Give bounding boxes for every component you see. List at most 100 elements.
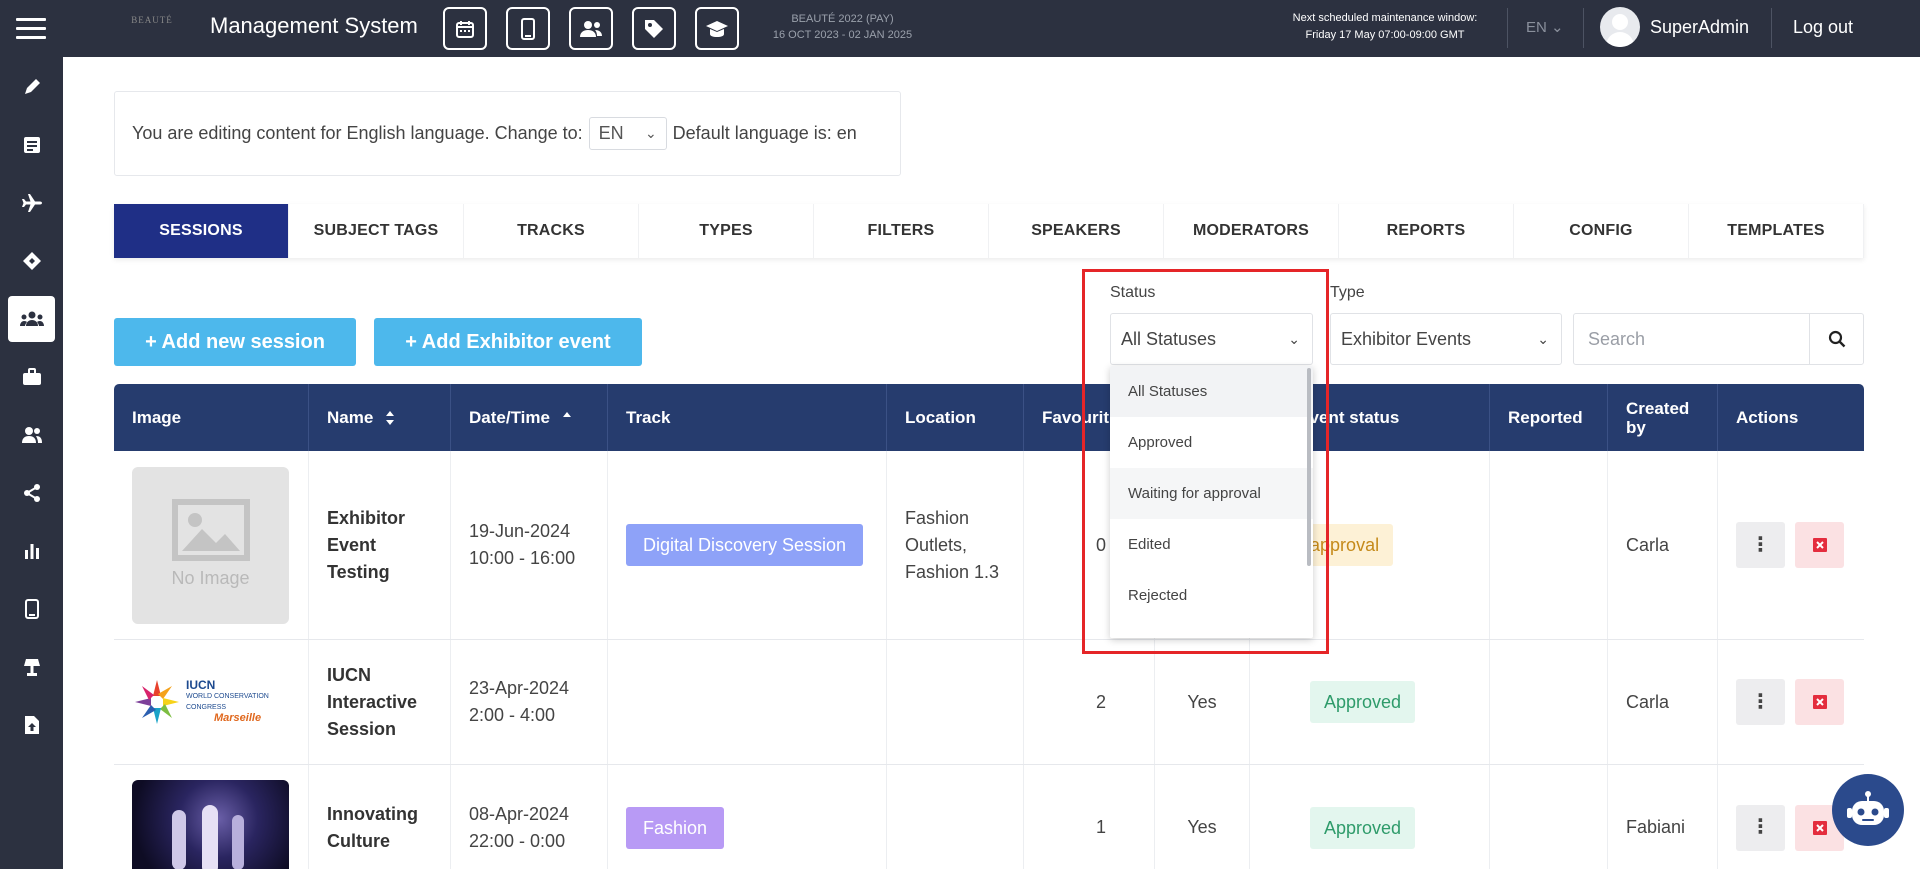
sidebar-item-sessions[interactable]: [8, 296, 55, 342]
chatbot-button[interactable]: [1832, 774, 1904, 846]
delete-icon: [1812, 538, 1827, 552]
language-notice-prefix: You are editing content for English lang…: [132, 123, 583, 143]
divider: [1583, 8, 1584, 48]
tab-sessions[interactable]: SESSIONS: [114, 204, 289, 258]
user-pair-icon: [21, 427, 42, 443]
tab-reports[interactable]: REPORTS: [1339, 204, 1514, 258]
delete-button[interactable]: [1795, 679, 1844, 725]
tags-button[interactable]: [632, 7, 676, 50]
top-bar: BEAUTÉ Management System BEAUTÉ 2022 (PA…: [0, 0, 1920, 57]
session-created-by-cell: Fabiani: [1608, 765, 1718, 869]
tab-tracks[interactable]: TRACKS: [464, 204, 639, 258]
tab-config[interactable]: CONFIG: [1514, 204, 1689, 258]
hamburger-menu-icon[interactable]: [16, 18, 46, 40]
session-date: 19-Jun-2024: [469, 521, 571, 541]
column-header-datetime-label: Date/Time: [469, 407, 550, 427]
tab-subject-tags[interactable]: SUBJECT TAGS: [289, 204, 464, 258]
image-icon: [171, 498, 250, 561]
tab-filters[interactable]: FILTERS: [814, 204, 989, 258]
search-input[interactable]: [1573, 313, 1810, 365]
sidebar-item-export[interactable]: [8, 702, 55, 748]
sidebar-item-edit[interactable]: [8, 64, 55, 110]
tab-types[interactable]: TYPES: [639, 204, 814, 258]
username[interactable]: SuperAdmin: [1650, 17, 1749, 38]
chevron-down-icon: ⌄: [1537, 330, 1549, 347]
session-image-cell: IUCN WORLD CONSERVATION CONGRESS Marseil…: [114, 640, 309, 764]
list-icon: [23, 137, 40, 153]
session-created-by-cell: Carla: [1608, 640, 1718, 764]
column-header-created-by: Created by: [1608, 384, 1718, 451]
more-actions-button[interactable]: ⋮: [1736, 522, 1785, 568]
calendar-icon: [456, 20, 474, 38]
users-button[interactable]: [569, 7, 613, 50]
chevron-down-icon: ⌄: [644, 125, 657, 141]
tab-templates[interactable]: TEMPLATES: [1689, 204, 1864, 258]
table-row[interactable]: Innovating Culture 08-Apr-2024 22:00 - 0:0…: [114, 765, 1864, 869]
mobile-app-button[interactable]: [506, 7, 550, 50]
divider: [1507, 8, 1508, 48]
training-button[interactable]: [695, 7, 739, 50]
session-location-cell: Fashion Outlets, Fashion 1.3: [887, 451, 1024, 639]
sidebar-item-app[interactable]: [8, 586, 55, 632]
session-datetime-cell: 08-Apr-2024 22:00 - 0:00: [451, 765, 608, 869]
search-button[interactable]: [1809, 313, 1864, 365]
briefcase-icon: [22, 368, 41, 385]
add-exhibitor-event-button[interactable]: + Add Exhibitor event: [374, 318, 642, 366]
calendar-button[interactable]: [443, 7, 487, 50]
sidebar-item-tickets[interactable]: [8, 238, 55, 284]
track-badge: Digital Discovery Session: [626, 524, 864, 566]
robot-icon: [1847, 791, 1889, 825]
tab-speakers[interactable]: SPEAKERS: [989, 204, 1164, 258]
session-name-cell[interactable]: IUCN Interactive Session: [309, 640, 451, 764]
column-header-track: Track: [608, 384, 887, 451]
session-name-line: Testing: [327, 561, 390, 582]
table-row[interactable]: IUCN WORLD CONSERVATION CONGRESS Marseil…: [114, 640, 1864, 765]
sidebar-item-share[interactable]: [8, 470, 55, 516]
sidebar-item-analytics[interactable]: [8, 528, 55, 574]
column-header-name[interactable]: Name: [309, 384, 451, 451]
add-session-button[interactable]: + Add new session: [114, 318, 356, 366]
logout-link[interactable]: Log out: [1793, 17, 1853, 38]
tab-moderators[interactable]: MODERATORS: [1164, 204, 1339, 258]
location-line: Fashion 1.3: [905, 561, 1000, 582]
type-filter-value: Exhibitor Events: [1341, 328, 1472, 349]
iucn-logo-title: IUCN: [186, 678, 216, 692]
sidebar-item-booth[interactable]: [8, 644, 55, 690]
session-time: 10:00 - 16:00: [469, 548, 576, 568]
session-created-by-cell: Carla: [1608, 451, 1718, 639]
session-name-cell[interactable]: Exhibitor Event Testing: [309, 451, 451, 639]
status-badge: Approved: [1310, 681, 1416, 723]
table-row[interactable]: No Image Exhibitor Event Testing 19-Jun-20…: [114, 451, 1864, 640]
session-image-cell: No Image: [114, 451, 309, 639]
no-image-label: No Image: [171, 567, 250, 588]
more-actions-button[interactable]: ⋮: [1736, 679, 1785, 725]
type-filter-select[interactable]: Exhibitor Events ⌄: [1330, 313, 1562, 365]
sidebar-item-list[interactable]: [8, 122, 55, 168]
avatar[interactable]: [1600, 7, 1640, 47]
session-reported-cell: [1490, 451, 1608, 639]
session-name-line: Session: [327, 718, 397, 739]
vertical-dots-icon: ⋮: [1750, 690, 1771, 713]
delete-button[interactable]: [1795, 522, 1844, 568]
sidebar-item-people[interactable]: [8, 412, 55, 458]
chevron-down-icon: ⌄: [1551, 19, 1564, 36]
sidebar-item-exhibitors[interactable]: [8, 354, 55, 400]
session-name-cell[interactable]: Innovating Culture: [309, 765, 451, 869]
section-tabs: SESSIONS SUBJECT TAGS TRACKS TYPES FILTE…: [114, 204, 1864, 258]
more-actions-button[interactable]: ⋮: [1736, 804, 1785, 851]
session-name-line: Innovating: [327, 803, 418, 824]
vertical-dots-icon: ⋮: [1750, 533, 1771, 556]
maintenance-notice: Next scheduled maintenance window: Frida…: [1285, 10, 1485, 44]
column-header-datetime[interactable]: Date/Time: [451, 384, 608, 451]
session-favourites-cell: 2: [1024, 640, 1155, 764]
session-date: 08-Apr-2024: [469, 803, 570, 824]
users-group-icon: [19, 311, 44, 326]
column-header-actions: Actions: [1736, 407, 1799, 427]
session-name-line: Event: [327, 534, 377, 555]
language-switcher[interactable]: EN ⌄: [1526, 18, 1564, 36]
maintenance-line2: Friday 17 May 07:00-09:00 GMT: [1305, 29, 1465, 41]
default-language-text: Default language is: en: [672, 123, 857, 143]
content-language-select[interactable]: EN ⌄: [588, 117, 667, 150]
sidebar-item-travel[interactable]: [8, 180, 55, 226]
table-header: Image Name Date/Time Track Location Favo…: [114, 384, 1864, 451]
